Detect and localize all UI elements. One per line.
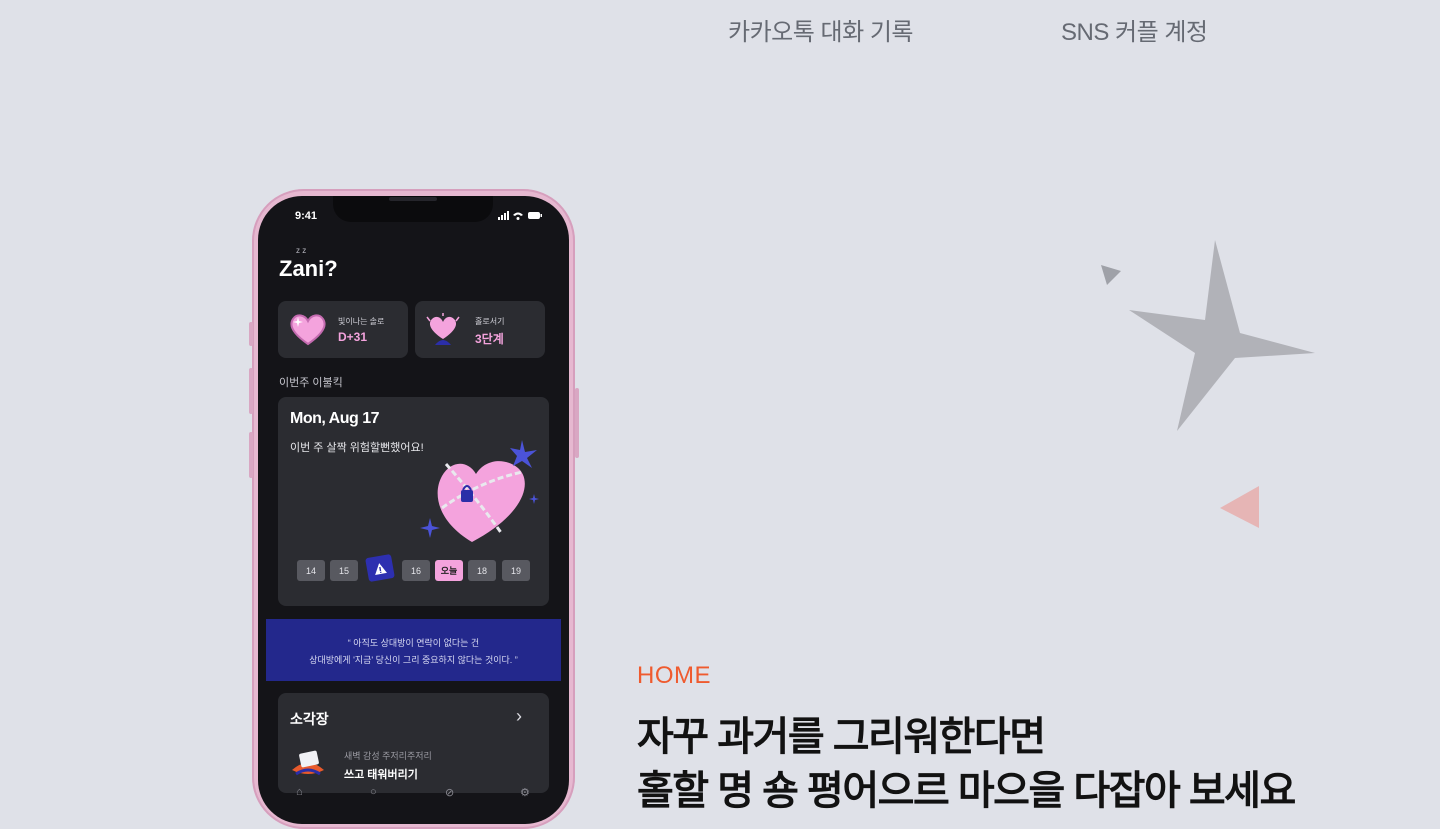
- day-today[interactable]: 오늘: [435, 560, 463, 581]
- headline-line-1: 자꾸 과거를 그리워한다면: [637, 715, 1046, 759]
- phone-power-button: [575, 388, 579, 458]
- week-section-title: 이번주 이불킥: [279, 377, 343, 389]
- date-title: Mon, Aug 17: [290, 410, 380, 427]
- app-title: Zani?: [279, 256, 338, 281]
- status-time: 9:41: [295, 210, 318, 222]
- independence-stage-label: 홀로서기: [475, 317, 505, 326]
- settings-tab-icon[interactable]: ⚙: [520, 786, 530, 799]
- pink-triangle-icon: [1220, 486, 1259, 528]
- day-15[interactable]: 15: [330, 560, 358, 581]
- chat-tab-icon[interactable]: ○: [370, 786, 377, 798]
- quote-banner: “ 아직도 상대방이 연락이 없다는 건 상대방에게 '지금' 당신이 그리 중…: [266, 619, 561, 681]
- section-label: HOME: [637, 662, 711, 689]
- warning-day-icon[interactable]: [365, 553, 395, 583]
- heart-glow-icon: [290, 314, 326, 346]
- quote-line-1: “ 아직도 상대방이 연락이 없다는 건: [347, 638, 480, 648]
- date-subtitle: 이번 주 살짝 위험할뻔했어요!: [290, 442, 424, 454]
- burning-letter-icon: [292, 750, 324, 776]
- small-triangle-icon: [1101, 265, 1121, 285]
- day-18[interactable]: 18: [468, 560, 496, 581]
- day-19[interactable]: 19: [502, 560, 530, 581]
- heart-sprout-icon: [426, 313, 460, 345]
- headline-line-2: 홀할 명 숑 평어으르 마으을 다잡아 보세요: [637, 769, 1296, 813]
- zz-mark: z z: [296, 246, 307, 255]
- chained-heart-icon: [420, 440, 539, 542]
- warning-icon: [375, 562, 387, 575]
- solo-days-value: D+31: [338, 330, 368, 344]
- phone-side-button: [249, 322, 253, 346]
- phone-speaker: [389, 197, 437, 201]
- incinerator-item-title[interactable]: 쓰고 태워버리기: [344, 766, 418, 782]
- section-headline: 자꾸 과거를 그리워한다면 홀할 명 숑 평어으르 마으을 다잡아 보세요: [637, 710, 1296, 818]
- incinerator-item-subtitle: 새벽 감성 주저리주저리: [344, 751, 432, 761]
- day-16[interactable]: 16: [402, 560, 430, 581]
- chevron-right-icon[interactable]: ›: [516, 706, 522, 727]
- independence-stage-value: 3단계: [475, 332, 504, 346]
- home-tab-icon[interactable]: ⌂: [296, 786, 303, 798]
- hidden-tab-icon[interactable]: ⊘: [445, 786, 454, 799]
- quote-line-2: 상대방에게 '지금' 당신이 그리 중요하지 않다는 것이다. ”: [309, 655, 518, 665]
- solo-days-label: 빛이나는 솔로: [338, 317, 385, 326]
- status-icons: [498, 211, 542, 220]
- day-14[interactable]: 14: [297, 560, 325, 581]
- incinerator-title: 소각장: [290, 711, 329, 727]
- phone-volume-down: [249, 432, 253, 478]
- phone-volume-up: [249, 368, 253, 414]
- sns-couple-account-label[interactable]: SNS 커플 계정: [1061, 12, 1208, 47]
- kakaotalk-history-label[interactable]: 카카오톡 대화 기록: [728, 12, 913, 47]
- star-icon: [1129, 240, 1315, 431]
